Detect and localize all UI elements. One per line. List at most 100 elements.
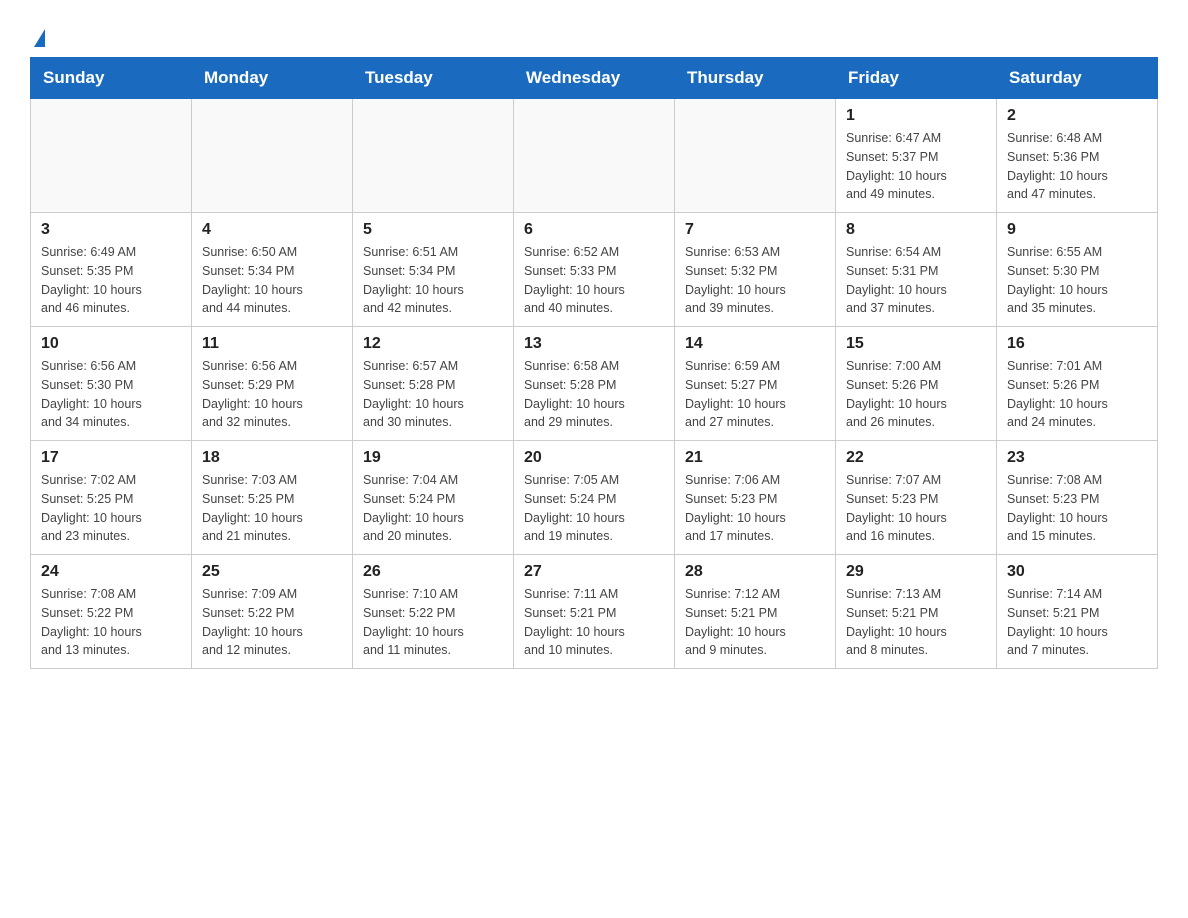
day-number: 12	[363, 335, 503, 353]
day-number: 24	[41, 563, 181, 581]
day-info: Sunrise: 7:14 AM Sunset: 5:21 PM Dayligh…	[1007, 585, 1147, 660]
calendar-table: SundayMondayTuesdayWednesdayThursdayFrid…	[30, 57, 1158, 669]
header-wednesday: Wednesday	[514, 58, 675, 99]
calendar-cell	[514, 99, 675, 213]
day-info: Sunrise: 7:01 AM Sunset: 5:26 PM Dayligh…	[1007, 357, 1147, 432]
calendar-cell: 30Sunrise: 7:14 AM Sunset: 5:21 PM Dayli…	[997, 555, 1158, 669]
day-number: 27	[524, 563, 664, 581]
day-info: Sunrise: 7:00 AM Sunset: 5:26 PM Dayligh…	[846, 357, 986, 432]
calendar-cell: 3Sunrise: 6:49 AM Sunset: 5:35 PM Daylig…	[31, 213, 192, 327]
calendar-cell: 14 Sunrise: 6:59 AM Sunset: 5:27 PM Dayli…	[675, 327, 836, 441]
day-info: Sunrise: 6:54 AM Sunset: 5:31 PM Dayligh…	[846, 243, 986, 318]
day-info: Sunrise: 6:52 AM Sunset: 5:33 PM Dayligh…	[524, 243, 664, 318]
calendar-cell: 13 Sunrise: 6:58 AM Sunset: 5:28 PM Dayli…	[514, 327, 675, 441]
day-number: 14	[685, 335, 825, 353]
day-number: 29	[846, 563, 986, 581]
header-monday: Monday	[192, 58, 353, 99]
day-number: 4	[202, 221, 342, 239]
day-info: Sunrise: 6:56 AM Sunset: 5:29 PM Dayligh…	[202, 357, 342, 432]
day-number: 5	[363, 221, 503, 239]
day-info: Sunrise: 7:02 AM Sunset: 5:25 PM Dayligh…	[41, 471, 181, 546]
day-number: 16	[1007, 335, 1147, 353]
logo	[30, 20, 45, 47]
calendar-cell: 21 Sunrise: 7:06 AM Sunset: 5:23 PM Dayli…	[675, 441, 836, 555]
day-info: Sunrise: 6:49 AM Sunset: 5:35 PM Dayligh…	[41, 243, 181, 318]
calendar-cell: 19 Sunrise: 7:04 AM Sunset: 5:24 PM Dayli…	[353, 441, 514, 555]
day-number: 22	[846, 449, 986, 467]
calendar-cell: 18 Sunrise: 7:03 AM Sunset: 5:25 PM Dayli…	[192, 441, 353, 555]
header-friday: Friday	[836, 58, 997, 99]
day-info: Sunrise: 7:05 AM Sunset: 5:24 PM Dayligh…	[524, 471, 664, 546]
day-info: Sunrise: 6:53 AM Sunset: 5:32 PM Dayligh…	[685, 243, 825, 318]
day-info: Sunrise: 6:56 AM Sunset: 5:30 PM Dayligh…	[41, 357, 181, 432]
header-tuesday: Tuesday	[353, 58, 514, 99]
calendar-cell: 4 Sunrise: 6:50 AM Sunset: 5:34 PM Daylig…	[192, 213, 353, 327]
calendar-cell: 2 Sunrise: 6:48 AM Sunset: 5:36 PM Daylig…	[997, 99, 1158, 213]
day-info: Sunrise: 6:55 AM Sunset: 5:30 PM Dayligh…	[1007, 243, 1147, 318]
day-number: 25	[202, 563, 342, 581]
day-info: Sunrise: 6:58 AM Sunset: 5:28 PM Dayligh…	[524, 357, 664, 432]
day-info: Sunrise: 7:12 AM Sunset: 5:21 PM Dayligh…	[685, 585, 825, 660]
day-number: 20	[524, 449, 664, 467]
day-info: Sunrise: 6:47 AM Sunset: 5:37 PM Dayligh…	[846, 129, 986, 204]
calendar-cell: 8Sunrise: 6:54 AM Sunset: 5:31 PM Daylig…	[836, 213, 997, 327]
calendar-cell: 6 Sunrise: 6:52 AM Sunset: 5:33 PM Daylig…	[514, 213, 675, 327]
calendar-cell: 16 Sunrise: 7:01 AM Sunset: 5:26 PM Dayli…	[997, 327, 1158, 441]
day-number: 10	[41, 335, 181, 353]
day-info: Sunrise: 7:08 AM Sunset: 5:23 PM Dayligh…	[1007, 471, 1147, 546]
calendar-cell: 7 Sunrise: 6:53 AM Sunset: 5:32 PM Daylig…	[675, 213, 836, 327]
day-number: 19	[363, 449, 503, 467]
day-info: Sunrise: 7:10 AM Sunset: 5:22 PM Dayligh…	[363, 585, 503, 660]
calendar-cell	[675, 99, 836, 213]
day-number: 7	[685, 221, 825, 239]
day-info: Sunrise: 6:48 AM Sunset: 5:36 PM Dayligh…	[1007, 129, 1147, 204]
calendar-cell	[192, 99, 353, 213]
calendar-cell: 9 Sunrise: 6:55 AM Sunset: 5:30 PM Daylig…	[997, 213, 1158, 327]
calendar-week-row: 24 Sunrise: 7:08 AM Sunset: 5:22 PM Dayli…	[31, 555, 1158, 669]
calendar-cell	[353, 99, 514, 213]
calendar-cell: 5 Sunrise: 6:51 AM Sunset: 5:34 PM Daylig…	[353, 213, 514, 327]
calendar-cell: 1 Sunrise: 6:47 AM Sunset: 5:37 PM Daylig…	[836, 99, 997, 213]
day-info: Sunrise: 7:04 AM Sunset: 5:24 PM Dayligh…	[363, 471, 503, 546]
calendar-cell: 27 Sunrise: 7:11 AM Sunset: 5:21 PM Dayli…	[514, 555, 675, 669]
calendar-cell: 26 Sunrise: 7:10 AM Sunset: 5:22 PM Dayli…	[353, 555, 514, 669]
day-number: 9	[1007, 221, 1147, 239]
calendar-week-row: 10 Sunrise: 6:56 AM Sunset: 5:30 PM Dayli…	[31, 327, 1158, 441]
calendar-cell: 11 Sunrise: 6:56 AM Sunset: 5:29 PM Dayli…	[192, 327, 353, 441]
day-number: 21	[685, 449, 825, 467]
calendar-week-row: 1 Sunrise: 6:47 AM Sunset: 5:37 PM Daylig…	[31, 99, 1158, 213]
day-number: 6	[524, 221, 664, 239]
day-info: Sunrise: 6:50 AM Sunset: 5:34 PM Dayligh…	[202, 243, 342, 318]
calendar-cell	[31, 99, 192, 213]
calendar-cell: 23Sunrise: 7:08 AM Sunset: 5:23 PM Dayli…	[997, 441, 1158, 555]
header-thursday: Thursday	[675, 58, 836, 99]
calendar-cell: 15 Sunrise: 7:00 AM Sunset: 5:26 PM Dayli…	[836, 327, 997, 441]
day-info: Sunrise: 7:11 AM Sunset: 5:21 PM Dayligh…	[524, 585, 664, 660]
calendar-cell: 24 Sunrise: 7:08 AM Sunset: 5:22 PM Dayli…	[31, 555, 192, 669]
day-info: Sunrise: 7:06 AM Sunset: 5:23 PM Dayligh…	[685, 471, 825, 546]
calendar-cell: 22Sunrise: 7:07 AM Sunset: 5:23 PM Dayli…	[836, 441, 997, 555]
calendar-cell: 28 Sunrise: 7:12 AM Sunset: 5:21 PM Dayli…	[675, 555, 836, 669]
day-info: Sunrise: 6:59 AM Sunset: 5:27 PM Dayligh…	[685, 357, 825, 432]
day-number: 17	[41, 449, 181, 467]
day-number: 18	[202, 449, 342, 467]
day-info: Sunrise: 6:51 AM Sunset: 5:34 PM Dayligh…	[363, 243, 503, 318]
calendar-cell: 12 Sunrise: 6:57 AM Sunset: 5:28 PM Dayli…	[353, 327, 514, 441]
day-info: Sunrise: 6:57 AM Sunset: 5:28 PM Dayligh…	[363, 357, 503, 432]
day-number: 2	[1007, 107, 1147, 125]
header-sunday: Sunday	[31, 58, 192, 99]
day-number: 11	[202, 335, 342, 353]
header-saturday: Saturday	[997, 58, 1158, 99]
day-info: Sunrise: 7:08 AM Sunset: 5:22 PM Dayligh…	[41, 585, 181, 660]
day-number: 13	[524, 335, 664, 353]
day-number: 28	[685, 563, 825, 581]
calendar-cell: 25Sunrise: 7:09 AM Sunset: 5:22 PM Dayli…	[192, 555, 353, 669]
day-number: 15	[846, 335, 986, 353]
calendar-cell: 20 Sunrise: 7:05 AM Sunset: 5:24 PM Dayli…	[514, 441, 675, 555]
day-info: Sunrise: 7:03 AM Sunset: 5:25 PM Dayligh…	[202, 471, 342, 546]
calendar-cell: 17 Sunrise: 7:02 AM Sunset: 5:25 PM Dayli…	[31, 441, 192, 555]
day-number: 1	[846, 107, 986, 125]
calendar-cell: 29Sunrise: 7:13 AM Sunset: 5:21 PM Dayli…	[836, 555, 997, 669]
day-number: 26	[363, 563, 503, 581]
calendar-header-row: SundayMondayTuesdayWednesdayThursdayFrid…	[31, 58, 1158, 99]
